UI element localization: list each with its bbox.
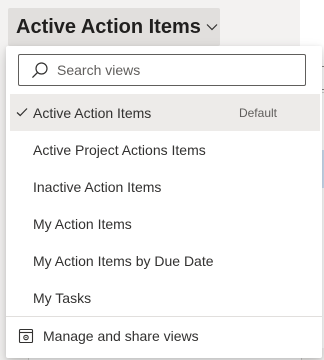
menu-divider xyxy=(6,316,322,317)
search-icon xyxy=(32,62,48,78)
view-selector-button[interactable]: Active Action Items xyxy=(8,8,220,46)
view-item-label: My Action Items xyxy=(33,215,132,232)
view-item-label: Active Project Actions Items xyxy=(33,141,206,158)
view-item-active-action-items[interactable]: Active Action Items Default xyxy=(10,94,320,131)
checkmark-icon xyxy=(16,108,28,117)
view-item-active-project-actions-items[interactable]: Active Project Actions Items xyxy=(10,131,320,168)
view-item-label: My Tasks xyxy=(33,289,92,306)
view-item-label: Inactive Action Items xyxy=(33,178,162,195)
search-box[interactable] xyxy=(18,54,306,86)
search-input[interactable] xyxy=(57,62,287,78)
view-dropdown-panel: Active Action Items Default Active Proje… xyxy=(6,46,322,358)
view-item-my-action-items-by-due-date[interactable]: My Action Items by Due Date xyxy=(10,242,320,279)
view-list: Active Action Items Default Active Proje… xyxy=(10,94,320,316)
view-item-my-action-items[interactable]: My Action Items xyxy=(10,205,320,242)
view-title: Active Action Items xyxy=(16,15,201,38)
chevron-down-icon xyxy=(205,16,220,38)
manage-views-icon xyxy=(18,328,34,344)
manage-views-label: Manage and share views xyxy=(43,328,199,344)
default-badge: Default xyxy=(238,105,277,120)
view-item-my-tasks[interactable]: My Tasks xyxy=(10,279,320,316)
manage-views-button[interactable]: Manage and share views xyxy=(6,318,322,354)
view-item-inactive-action-items[interactable]: Inactive Action Items xyxy=(10,168,320,205)
view-item-label: Active Action Items xyxy=(33,104,152,121)
view-item-label: My Action Items by Due Date xyxy=(33,252,214,269)
